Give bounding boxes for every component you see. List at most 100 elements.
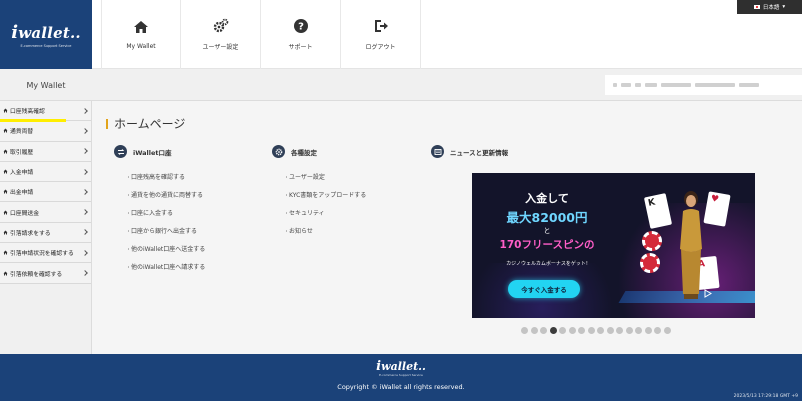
sidebar-item-debit-status[interactable]: 引落申請状況を確認する — [0, 243, 91, 264]
carousel-dot[interactable] — [559, 327, 566, 334]
sidebar-item-label: 口座残高確認 — [10, 109, 45, 116]
banner-line-4: 170フリースピンの — [499, 239, 595, 251]
main-content: ホームページ iWallet口座 口座残高を確認する 通貨を他の通貨に両替する … — [92, 101, 802, 354]
svg-text:?: ? — [298, 22, 304, 33]
promo-banner[interactable]: K ♥ A 入金して 最大82000円 と 170フリースピンの カジノウェルカ… — [472, 173, 755, 318]
carousel-dot-active[interactable] — [549, 327, 557, 334]
nav-logout[interactable]: ログアウト — [341, 0, 421, 69]
carousel-dot[interactable] — [530, 327, 538, 334]
sidebar-item-label: 引落依頼を確認する — [10, 271, 63, 278]
redacted-text — [661, 83, 691, 87]
banner-line-3: と — [543, 227, 551, 235]
gears-icon — [213, 18, 228, 33]
nav-user-settings[interactable]: ユーザー設定 — [181, 0, 261, 69]
carousel-dot[interactable] — [521, 327, 528, 334]
chevron-right-icon — [82, 229, 88, 236]
nav-label: サポート — [288, 44, 313, 51]
sidebar-item-label: 口座間送金 — [10, 210, 39, 217]
carousel-dot[interactable] — [616, 327, 623, 334]
casino-chip — [642, 231, 662, 251]
link-notices[interactable]: お知らせ — [284, 223, 366, 241]
carousel-dot[interactable] — [540, 327, 547, 334]
link-security[interactable]: セキュリティ — [284, 205, 366, 223]
sidebar-item-label: 引落申請状況を確認する — [10, 251, 74, 258]
carousel-dot[interactable] — [587, 327, 595, 334]
section-header: iWallet口座 — [114, 145, 205, 158]
carousel-dot[interactable] — [578, 327, 585, 334]
chevron-right-icon — [82, 148, 88, 155]
link-kyc-upload[interactable]: KYC書類をアップロードする — [284, 187, 366, 205]
home-icon — [134, 21, 148, 33]
home-icon — [3, 108, 8, 113]
home-icon — [3, 189, 8, 194]
redacted-text — [621, 83, 631, 87]
carousel-dot[interactable] — [654, 327, 661, 334]
sidebar-item-label: 入金申請 — [10, 170, 34, 177]
deposit-now-button[interactable]: 今すぐ入金する — [508, 280, 580, 298]
link-user-settings[interactable]: ユーザー設定 — [284, 169, 366, 187]
chevron-right-icon — [82, 168, 88, 175]
top-nav: My Wallet ユーザー設定 ? サポート ログアウト 日本語 ▾ — [92, 0, 802, 69]
chevron-right-icon — [82, 209, 88, 215]
banner-line-5: カジノウェルカムボーナスをゲット! — [506, 261, 588, 267]
link-check-balance[interactable]: 口座残高を確認する — [126, 169, 205, 187]
home-icon — [3, 250, 8, 255]
page-title: ホームページ — [106, 115, 185, 132]
home-icon — [3, 169, 8, 174]
carousel-dot[interactable] — [635, 327, 642, 334]
carousel-dot[interactable] — [663, 327, 671, 334]
highlight-marker — [0, 119, 66, 122]
section-news: ニュースと更新情報 — [431, 145, 508, 169]
logo-tagline: E-commerce Support Service — [20, 43, 72, 48]
nav-support[interactable]: ? サポート — [261, 0, 341, 69]
section-title: 各種設定 — [291, 148, 317, 157]
footer-tagline: E-commerce Support Service — [379, 373, 423, 377]
brand-logo[interactable]: iwallet.. E-commerce Support Service — [0, 0, 92, 69]
sidebar-item-transfer[interactable]: 口座間送金 — [0, 202, 91, 223]
home-icon — [3, 271, 8, 276]
chevron-right-icon — [82, 128, 88, 134]
exchange-icon — [114, 145, 127, 158]
nav-label: ログアウト — [365, 44, 396, 51]
casino-hostess-image — [680, 191, 702, 299]
carousel-dot[interactable] — [606, 327, 614, 334]
banner-line-1: 入金して — [525, 192, 569, 205]
sidebar: 口座残高確認 通貨両替 取引履歴 入金申請 出金申請 口座間送金 引落請求をする… — [0, 101, 92, 354]
link-withdraw-bank[interactable]: 口座から銀行へ出金する — [126, 223, 205, 241]
link-deposit[interactable]: 口座に入金する — [126, 205, 205, 223]
section-header: 各種設定 — [272, 145, 366, 158]
sidebar-item-deposit[interactable]: 入金申請 — [0, 161, 91, 183]
carousel-dot[interactable] — [625, 327, 633, 334]
nav-label: ユーザー設定 — [202, 44, 239, 51]
section-title: ニュースと更新情報 — [450, 148, 509, 157]
sidebar-item-exchange[interactable]: 通貨両替 — [0, 121, 91, 142]
sidebar-title: My Wallet — [26, 80, 66, 90]
logo-text: iwallet.. — [11, 21, 81, 43]
footer-copyright: Copyright © iWallet all rights reserved. — [337, 383, 465, 391]
sidebar-item-label: 通貨両替 — [10, 129, 34, 136]
redacted-text — [613, 83, 617, 87]
link-request-iwallet[interactable]: 他のiWallet口座へ請求する — [126, 259, 205, 277]
link-send-iwallet[interactable]: 他のiWallet口座へ送金する — [126, 241, 205, 259]
play-icon — [704, 289, 712, 298]
home-icon — [3, 210, 8, 215]
chevron-right-icon — [82, 270, 88, 276]
link-exchange-currency[interactable]: 通貨を他の通貨に両替する — [126, 187, 205, 205]
carousel-dot[interactable] — [597, 327, 604, 334]
banner-line-2: 最大82000円 — [506, 210, 588, 225]
footer-logo[interactable]: iwallet.. — [0, 359, 802, 374]
language-dropdown[interactable]: 日本語 ▾ — [737, 0, 802, 14]
nav-my-wallet[interactable]: My Wallet — [101, 0, 181, 69]
language-label: 日本語 — [762, 5, 780, 11]
redacted-text — [635, 83, 641, 87]
sidebar-item-history[interactable]: 取引履歴 — [0, 141, 91, 162]
section-header: ニュースと更新情報 — [431, 145, 508, 158]
sidebar-item-debit-requests[interactable]: 引落依頼を確認する — [0, 263, 91, 284]
carousel-dot[interactable] — [644, 327, 652, 334]
question-circle-icon: ? — [293, 19, 308, 33]
sidebar-item-withdraw[interactable]: 出金申請 — [0, 182, 91, 203]
section-title: iWallet口座 — [133, 148, 172, 157]
carousel-dot[interactable] — [568, 327, 576, 334]
redacted-text — [645, 83, 657, 87]
sidebar-item-request-debit[interactable]: 引落請求をする — [0, 222, 91, 244]
